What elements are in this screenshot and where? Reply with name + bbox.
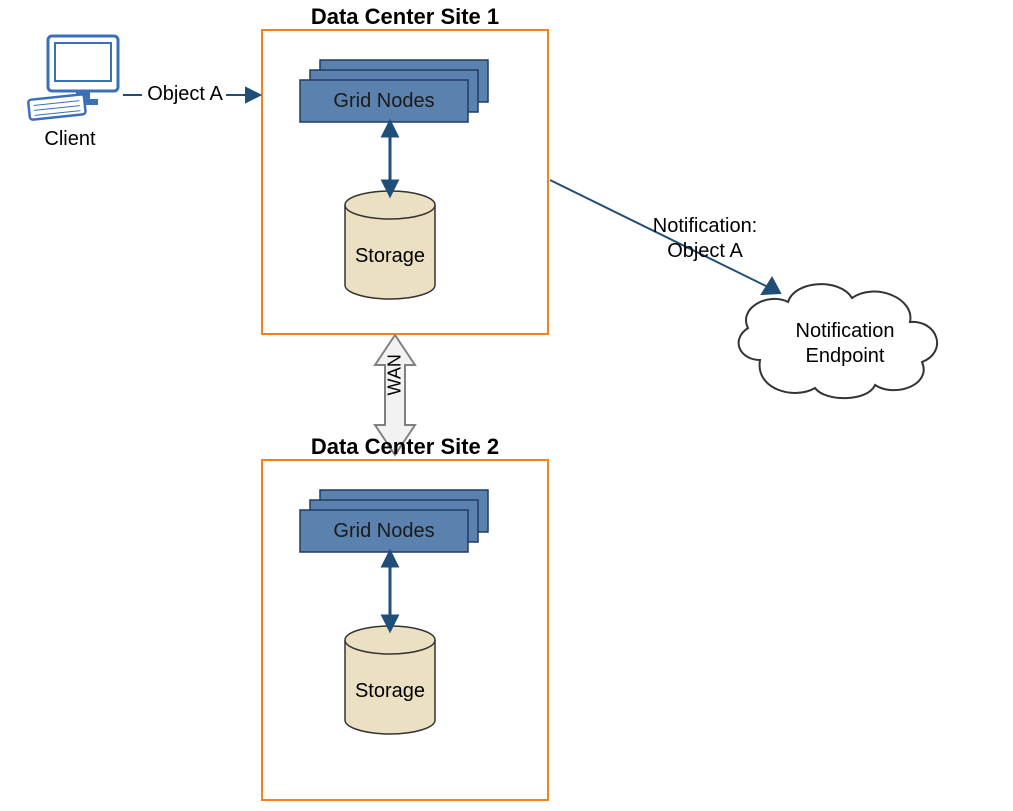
diagram-canvas xyxy=(0,0,1013,811)
endpoint-label-line2: Endpoint xyxy=(790,345,900,368)
object-a-label: Object A xyxy=(140,83,230,106)
site1-grid-nodes-label: Grid Nodes xyxy=(300,90,468,113)
wan-label: WAN xyxy=(385,366,406,396)
site2-storage-label: Storage xyxy=(345,680,435,703)
site2-nodes-storage-arrow xyxy=(383,552,397,630)
notification-label-line2: Object A xyxy=(635,240,775,263)
site2-grid-nodes-label: Grid Nodes xyxy=(300,520,468,543)
notification-label-line1: Notification: xyxy=(635,215,775,238)
client-computer-icon xyxy=(28,36,118,120)
site2-title: Data Center Site 2 xyxy=(280,434,530,460)
client-label: Client xyxy=(20,128,120,151)
site1-title: Data Center Site 1 xyxy=(280,4,530,30)
site1-storage-label: Storage xyxy=(345,245,435,268)
site1-nodes-storage-arrow xyxy=(383,122,397,195)
endpoint-label-line1: Notification xyxy=(790,320,900,343)
